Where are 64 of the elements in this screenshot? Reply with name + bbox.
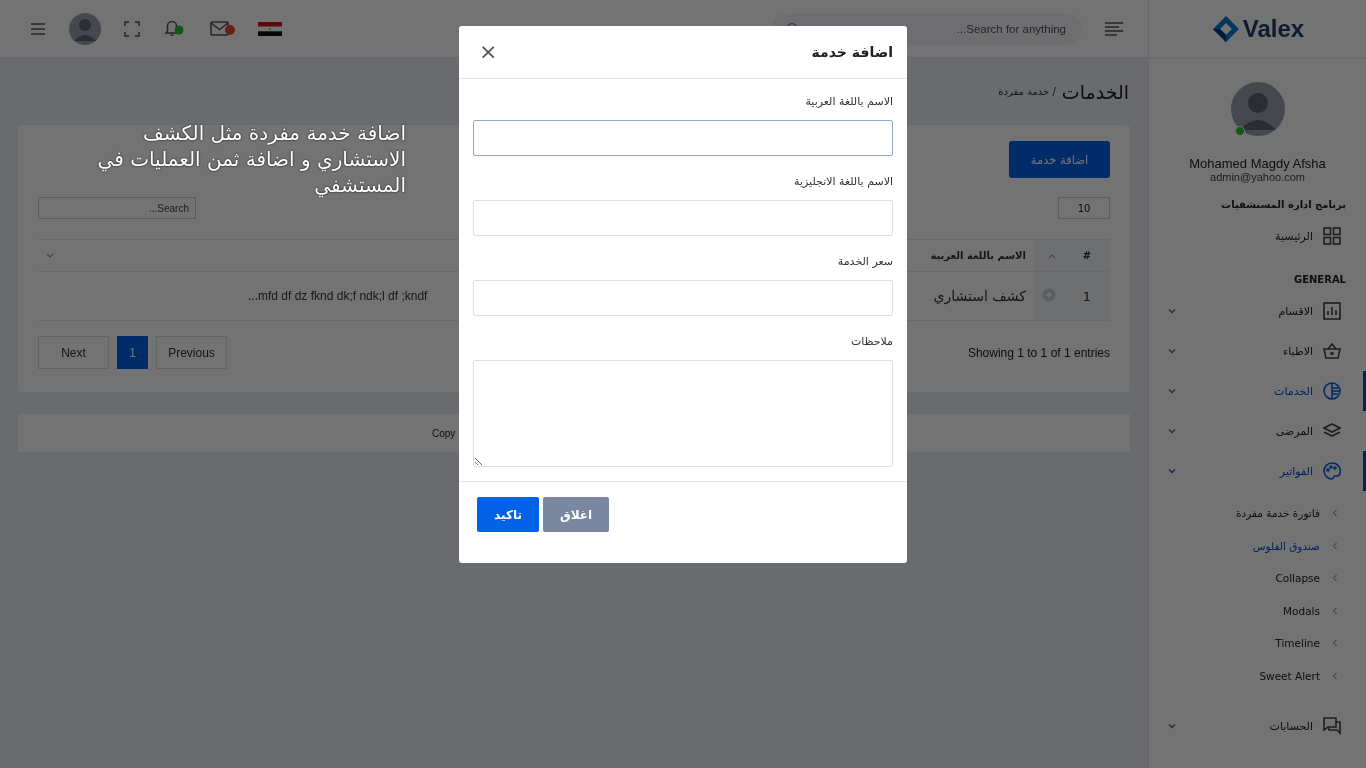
sort-icon[interactable] xyxy=(1048,253,1056,259)
sidebar-item[interactable]: الفواتير xyxy=(1149,451,1366,491)
modal-title: اضافة خدمة xyxy=(811,44,893,60)
chevron-down-icon[interactable] xyxy=(46,253,54,259)
breadcrumb[interactable]: / خدمة مفردة xyxy=(998,86,1056,97)
entries-info: Showing 1 to 1 of 1 entries xyxy=(967,345,1110,360)
next-button[interactable]: Next xyxy=(38,336,109,369)
submenu-item[interactable]: صندوق الفلوس xyxy=(1149,529,1366,562)
field-label: الاسم باللغة الانجليزية xyxy=(793,175,893,190)
copyright-text: Copy xyxy=(432,427,456,439)
table-cell: ...mfd df dz fknd dk;f ndk;l df ;kndf xyxy=(248,289,428,303)
sidebar-item[interactable]: الاطباء xyxy=(1149,331,1366,371)
page-title: الخدمات xyxy=(1061,80,1129,103)
grid-icon xyxy=(1323,227,1341,245)
section-heading: برنامج ادارة المستشفيات xyxy=(1220,199,1347,210)
avatar xyxy=(1228,80,1287,138)
table-cell: 1 xyxy=(1064,271,1110,321)
notes-field[interactable] xyxy=(473,360,893,467)
palette-icon xyxy=(1323,462,1341,480)
annotation-text: اضافة خدمة مفردة مثل الكشف الاستشاري و اضافة ثمن العمليات في المستشفي xyxy=(96,120,406,198)
sidebar-item[interactable]: الحسابات xyxy=(1149,706,1366,746)
submenu-item[interactable]: Timeline xyxy=(1149,627,1366,660)
field-label: ملاحظات xyxy=(850,335,893,350)
submenu-item[interactable]: Modals xyxy=(1149,594,1366,627)
input-field[interactable] xyxy=(473,120,893,156)
confirm-button[interactable]: تاكيد xyxy=(477,497,539,532)
sidebar-item[interactable]: الخدمات xyxy=(1149,371,1366,411)
section-heading: GENERAL xyxy=(1292,274,1347,285)
flag-icon[interactable] xyxy=(258,21,282,36)
logo[interactable]: Valex xyxy=(1210,14,1305,44)
user-name: Mohamed Magdy Afsha xyxy=(1189,156,1326,171)
search-field[interactable]: Search... xyxy=(38,197,196,219)
pie-icon xyxy=(1323,382,1341,400)
page-length-select[interactable]: 10 xyxy=(1058,197,1110,219)
mail-icon[interactable] xyxy=(210,19,236,38)
sidebar-item[interactable]: الرئيسية xyxy=(1149,216,1366,256)
submenu-item[interactable]: فاتورة خدمة مفردة xyxy=(1149,497,1366,530)
close-button[interactable]: اغلاق xyxy=(543,497,609,532)
fullscreen-icon[interactable] xyxy=(124,20,140,37)
sidebar-item[interactable]: المرضى xyxy=(1149,411,1366,451)
user-email: admin@yahoo.com xyxy=(1210,171,1305,183)
layers-icon xyxy=(1323,422,1341,440)
basket-icon xyxy=(1323,342,1341,360)
sidebar-item[interactable]: الاقسام xyxy=(1149,291,1366,331)
column-header[interactable]: # xyxy=(1064,239,1110,272)
chevron-left-icon xyxy=(1332,541,1338,550)
chevron-left-icon xyxy=(1332,509,1338,518)
chart-icon xyxy=(1323,302,1341,320)
page-number[interactable]: 1 xyxy=(117,336,148,369)
avatar[interactable] xyxy=(68,11,102,46)
chat-icon xyxy=(1323,717,1341,735)
chevron-left-icon xyxy=(1332,639,1338,648)
add-service-button[interactable]: اضافة خدمة xyxy=(1009,141,1110,178)
field-label: الاسم باللغة العربية xyxy=(804,95,893,110)
menu-icon[interactable] xyxy=(30,21,46,36)
chevron-left-icon xyxy=(1332,574,1338,583)
menu-icon[interactable] xyxy=(1104,20,1124,37)
close-button[interactable]: × xyxy=(475,41,502,63)
chevron-left-icon xyxy=(1332,671,1338,680)
submenu-item[interactable]: Sweet Alert xyxy=(1149,659,1366,692)
field-label: سعر الخدمة xyxy=(836,255,893,270)
submenu-item[interactable]: Collapse xyxy=(1149,562,1366,595)
chevron-left-icon xyxy=(1332,606,1338,615)
previous-button[interactable]: Previous xyxy=(156,336,227,369)
